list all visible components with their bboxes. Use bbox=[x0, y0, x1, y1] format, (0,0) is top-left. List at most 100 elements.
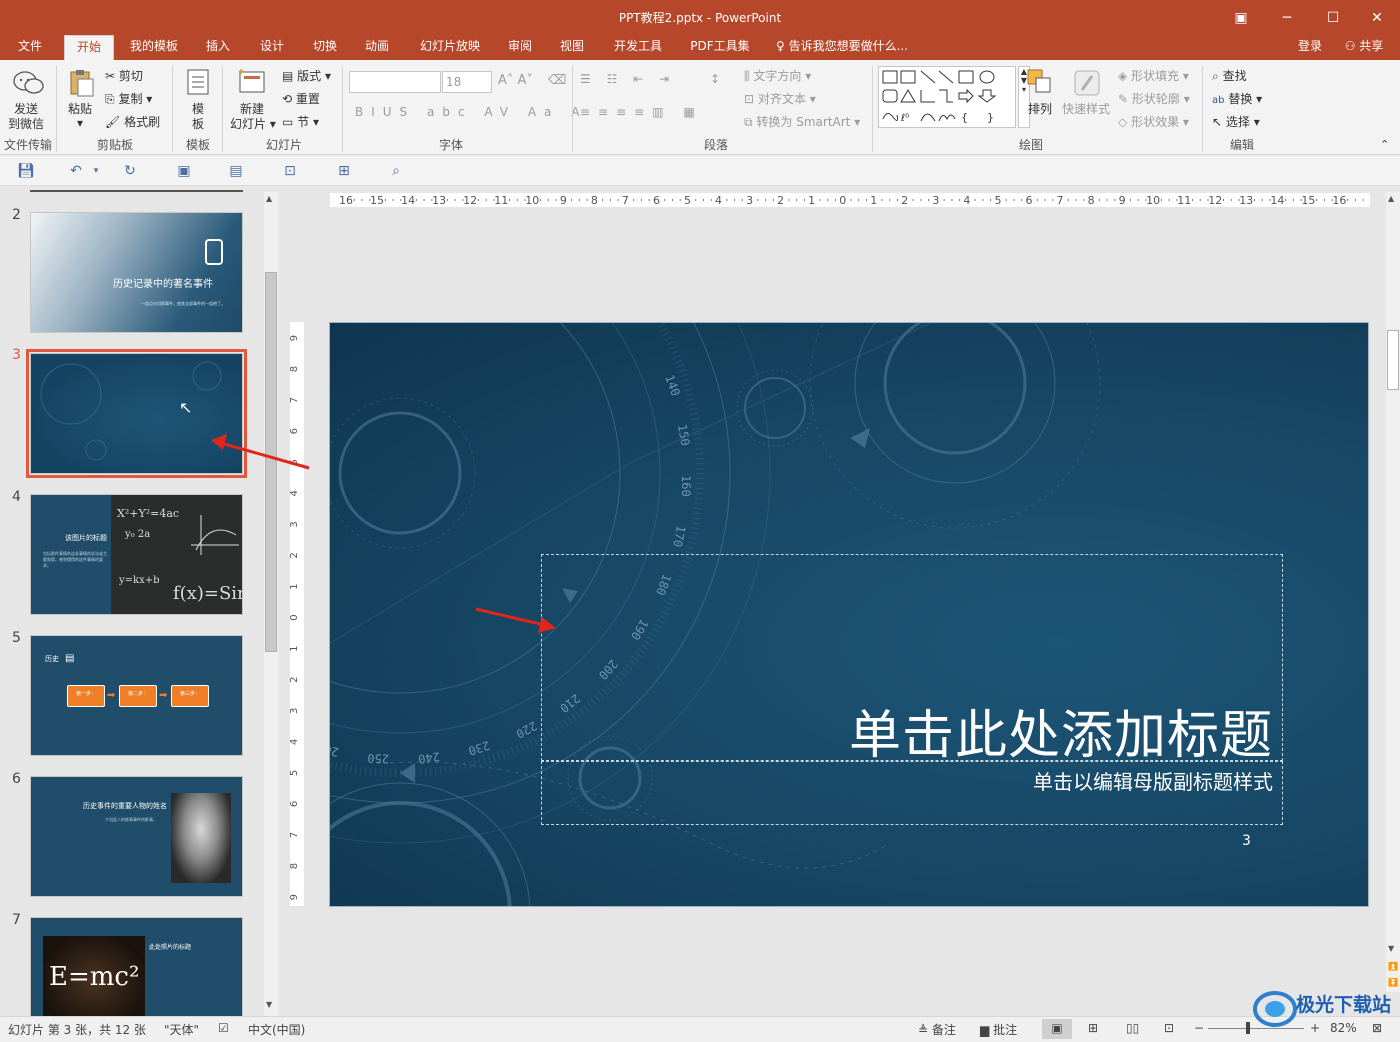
ruler-tick-label: 0 bbox=[290, 614, 300, 620]
scroll-up-icon[interactable]: ▲ bbox=[1388, 194, 1394, 203]
slide-title-text[interactable]: 单击此处添加标题 bbox=[849, 693, 1273, 768]
reading-view-icon[interactable]: ▯▯ bbox=[1126, 1021, 1139, 1035]
cut-button[interactable]: ✂ 剪切 bbox=[105, 67, 143, 84]
clear-format-icon[interactable]: ⌫ bbox=[548, 73, 566, 88]
tab-animations[interactable]: 动画 bbox=[357, 35, 397, 60]
previous-slide-icon[interactable]: ⏫ bbox=[1388, 962, 1398, 971]
select-button[interactable]: ↖ 选择 ▾ bbox=[1212, 113, 1260, 130]
text-direction-button[interactable]: ⫼ 文字方向 ▾ bbox=[744, 67, 811, 84]
font-size-input[interactable]: 18 bbox=[442, 71, 492, 93]
wechat-icon[interactable] bbox=[10, 68, 46, 98]
align-buttons[interactable]: ≡≡≡≡▥ ▦ bbox=[580, 105, 703, 119]
list-buttons[interactable]: ☰ ☷ ⇤ ⇥ bbox=[580, 72, 675, 86]
shapes-gallery[interactable]: ℓ⁰ {} bbox=[878, 66, 1016, 128]
font-name-input[interactable] bbox=[349, 71, 441, 93]
slide-thumb-2[interactable]: 历史记录中的著名事件 一组点击切换事件，使其全部事件的一组吧了。 bbox=[30, 212, 243, 333]
slide-subtitle-text[interactable]: 单击以编辑母版副标题样式 bbox=[1033, 766, 1273, 795]
editor-scrollbar[interactable]: ▲ ▼ ⏫ ⏬ bbox=[1386, 192, 1400, 992]
grow-font-icon[interactable]: A˄ A˅ bbox=[498, 73, 533, 88]
ruler-tick bbox=[1129, 199, 1131, 201]
smartart-button[interactable]: ⧉ 转换为 SmartArt ▾ bbox=[744, 113, 860, 130]
slideshow-icon[interactable]: ⊞ bbox=[334, 162, 354, 180]
present-icon[interactable]: ⊡ bbox=[280, 162, 300, 180]
tab-pdf-tools[interactable]: PDF工具集 bbox=[684, 35, 756, 60]
line-spacing-icon[interactable]: ↕ bbox=[710, 72, 720, 86]
tab-review[interactable]: 审阅 bbox=[500, 35, 540, 60]
login-link[interactable]: 登录 bbox=[1290, 35, 1330, 60]
notes-button[interactable]: ≜ 备注 bbox=[918, 1021, 956, 1038]
spellcheck-icon[interactable]: ☑ bbox=[218, 1021, 229, 1035]
tab-view[interactable]: 视图 bbox=[552, 35, 592, 60]
separator bbox=[222, 66, 223, 152]
ruler-tick bbox=[571, 199, 573, 201]
paste-button[interactable]: 粘贴 bbox=[68, 100, 92, 117]
shape-effects-button[interactable]: ◇ 形状效果 ▾ bbox=[1118, 113, 1189, 130]
slide-sorter-icon[interactable]: ⊞ bbox=[1088, 1021, 1098, 1035]
undo-icon[interactable]: ↶ bbox=[66, 162, 86, 180]
slide-thumb-4[interactable]: X²+Y²=4ac y₀ 2a f(x)=Sin x y=kx+b 该图片的标题 包括… bbox=[30, 494, 243, 615]
shape-fill-button[interactable]: ◈ 形状填充 ▾ bbox=[1118, 67, 1189, 84]
ribbon-display-options-icon[interactable]: ▣ bbox=[1218, 0, 1264, 35]
separator bbox=[572, 66, 573, 152]
arrange-icon[interactable] bbox=[1026, 68, 1054, 96]
print-preview-icon[interactable]: ⌕ bbox=[386, 162, 406, 180]
font-style-buttons[interactable]: BIUS abc AV Aa A bbox=[355, 105, 587, 119]
zoom-slider-thumb[interactable] bbox=[1246, 1022, 1250, 1034]
ruler-tick bbox=[796, 199, 798, 201]
slide-thumb-7[interactable]: E=mc² 此处照片的标题 bbox=[30, 917, 243, 1016]
normal-view-icon[interactable]: ▣ bbox=[1042, 1019, 1072, 1039]
copy-button[interactable]: ⎘ 复制 ▾ bbox=[105, 90, 152, 107]
slide-thumb-5[interactable]: 历史 ▤ 第一步： ➡ 第二步： ➡ 第三步： bbox=[30, 635, 243, 756]
tab-file[interactable]: 文件 bbox=[8, 35, 52, 60]
scroll-down-icon[interactable]: ▼ bbox=[1388, 944, 1394, 953]
section-button[interactable]: ▭ 节 ▾ bbox=[282, 113, 319, 130]
tab-slideshow[interactable]: 幻灯片放映 bbox=[412, 35, 488, 60]
minimize-button[interactable]: ─ bbox=[1264, 0, 1310, 35]
from-beginning-icon[interactable]: ▣ bbox=[174, 162, 194, 180]
template-icon[interactable] bbox=[186, 68, 210, 96]
reset-button[interactable]: ⟲ 重置 bbox=[282, 90, 320, 107]
tell-me-box[interactable]: ♀ 告诉我您想要做什么... bbox=[776, 35, 926, 60]
scrollbar-thumb[interactable] bbox=[1387, 330, 1399, 390]
undo-dropdown-icon[interactable]: ▾ bbox=[86, 162, 106, 180]
ruler-tick bbox=[1005, 199, 1007, 201]
replace-button[interactable]: ab 替换 ▾ bbox=[1212, 90, 1262, 107]
quick-styles-button[interactable]: 快速样式 bbox=[1062, 100, 1110, 117]
template-label-2[interactable]: 板 bbox=[192, 115, 204, 132]
tab-design[interactable]: 设计 bbox=[252, 35, 292, 60]
textbox-icon[interactable]: ▤ bbox=[226, 162, 246, 180]
paste-icon[interactable] bbox=[66, 68, 96, 98]
thumbnail-scrollbar[interactable]: ▲ ▼ bbox=[264, 192, 278, 1016]
save-icon[interactable]: 💾︎ bbox=[16, 162, 36, 180]
zoom-out-icon[interactable]: − bbox=[1194, 1021, 1204, 1035]
layout-button[interactable]: ▤ 版式 ▾ bbox=[282, 67, 331, 84]
tab-insert[interactable]: 插入 bbox=[198, 35, 238, 60]
formula-image: E=mc² bbox=[43, 936, 145, 1016]
format-painter-button[interactable]: 🖌 格式刷 bbox=[105, 113, 160, 130]
comment-icon: ▆ bbox=[980, 1023, 990, 1037]
scroll-up-icon[interactable]: ▲ bbox=[266, 194, 272, 203]
new-slide-icon[interactable]: ✦ bbox=[236, 66, 268, 96]
tab-my-templates[interactable]: 我的模板 bbox=[124, 35, 184, 60]
send-to-wechat-line2[interactable]: 到微信 bbox=[8, 115, 44, 132]
maximize-button[interactable]: ☐ bbox=[1310, 0, 1356, 35]
scroll-down-icon[interactable]: ▼ bbox=[266, 1000, 272, 1009]
language[interactable]: 中文(中国) bbox=[248, 1021, 305, 1038]
chevron-down-icon[interactable]: ▾ bbox=[77, 116, 83, 130]
close-button[interactable]: ✕ bbox=[1354, 0, 1400, 35]
tab-transitions[interactable]: 切换 bbox=[305, 35, 345, 60]
share-button[interactable]: ⚇ 共享 bbox=[1336, 35, 1392, 60]
slide-thumb-6[interactable]: 历史事件的重要人物的姓名 介绍此人的做事事件的影事。 bbox=[30, 776, 243, 897]
new-slide-line2[interactable]: 幻灯片 ▾ bbox=[230, 115, 276, 132]
quick-styles-icon[interactable] bbox=[1072, 68, 1102, 98]
find-button[interactable]: ⌕ 查找 bbox=[1212, 67, 1247, 84]
arrange-button[interactable]: 排列 bbox=[1028, 100, 1052, 117]
tab-developer[interactable]: 开发工具 bbox=[606, 35, 670, 60]
collapse-ribbon-icon[interactable]: ⌃ bbox=[1380, 138, 1389, 151]
comments-button[interactable]: ▆ 批注 bbox=[980, 1021, 1017, 1038]
shape-outline-button[interactable]: ✎ 形状轮廓 ▾ bbox=[1118, 90, 1190, 107]
redo-icon[interactable]: ↻ bbox=[120, 162, 140, 180]
slideshow-view-icon[interactable]: ⊡ bbox=[1164, 1021, 1174, 1035]
align-text-button[interactable]: ⊡ 对齐文本 ▾ bbox=[744, 90, 816, 107]
tab-home[interactable]: 开始 bbox=[64, 35, 114, 60]
